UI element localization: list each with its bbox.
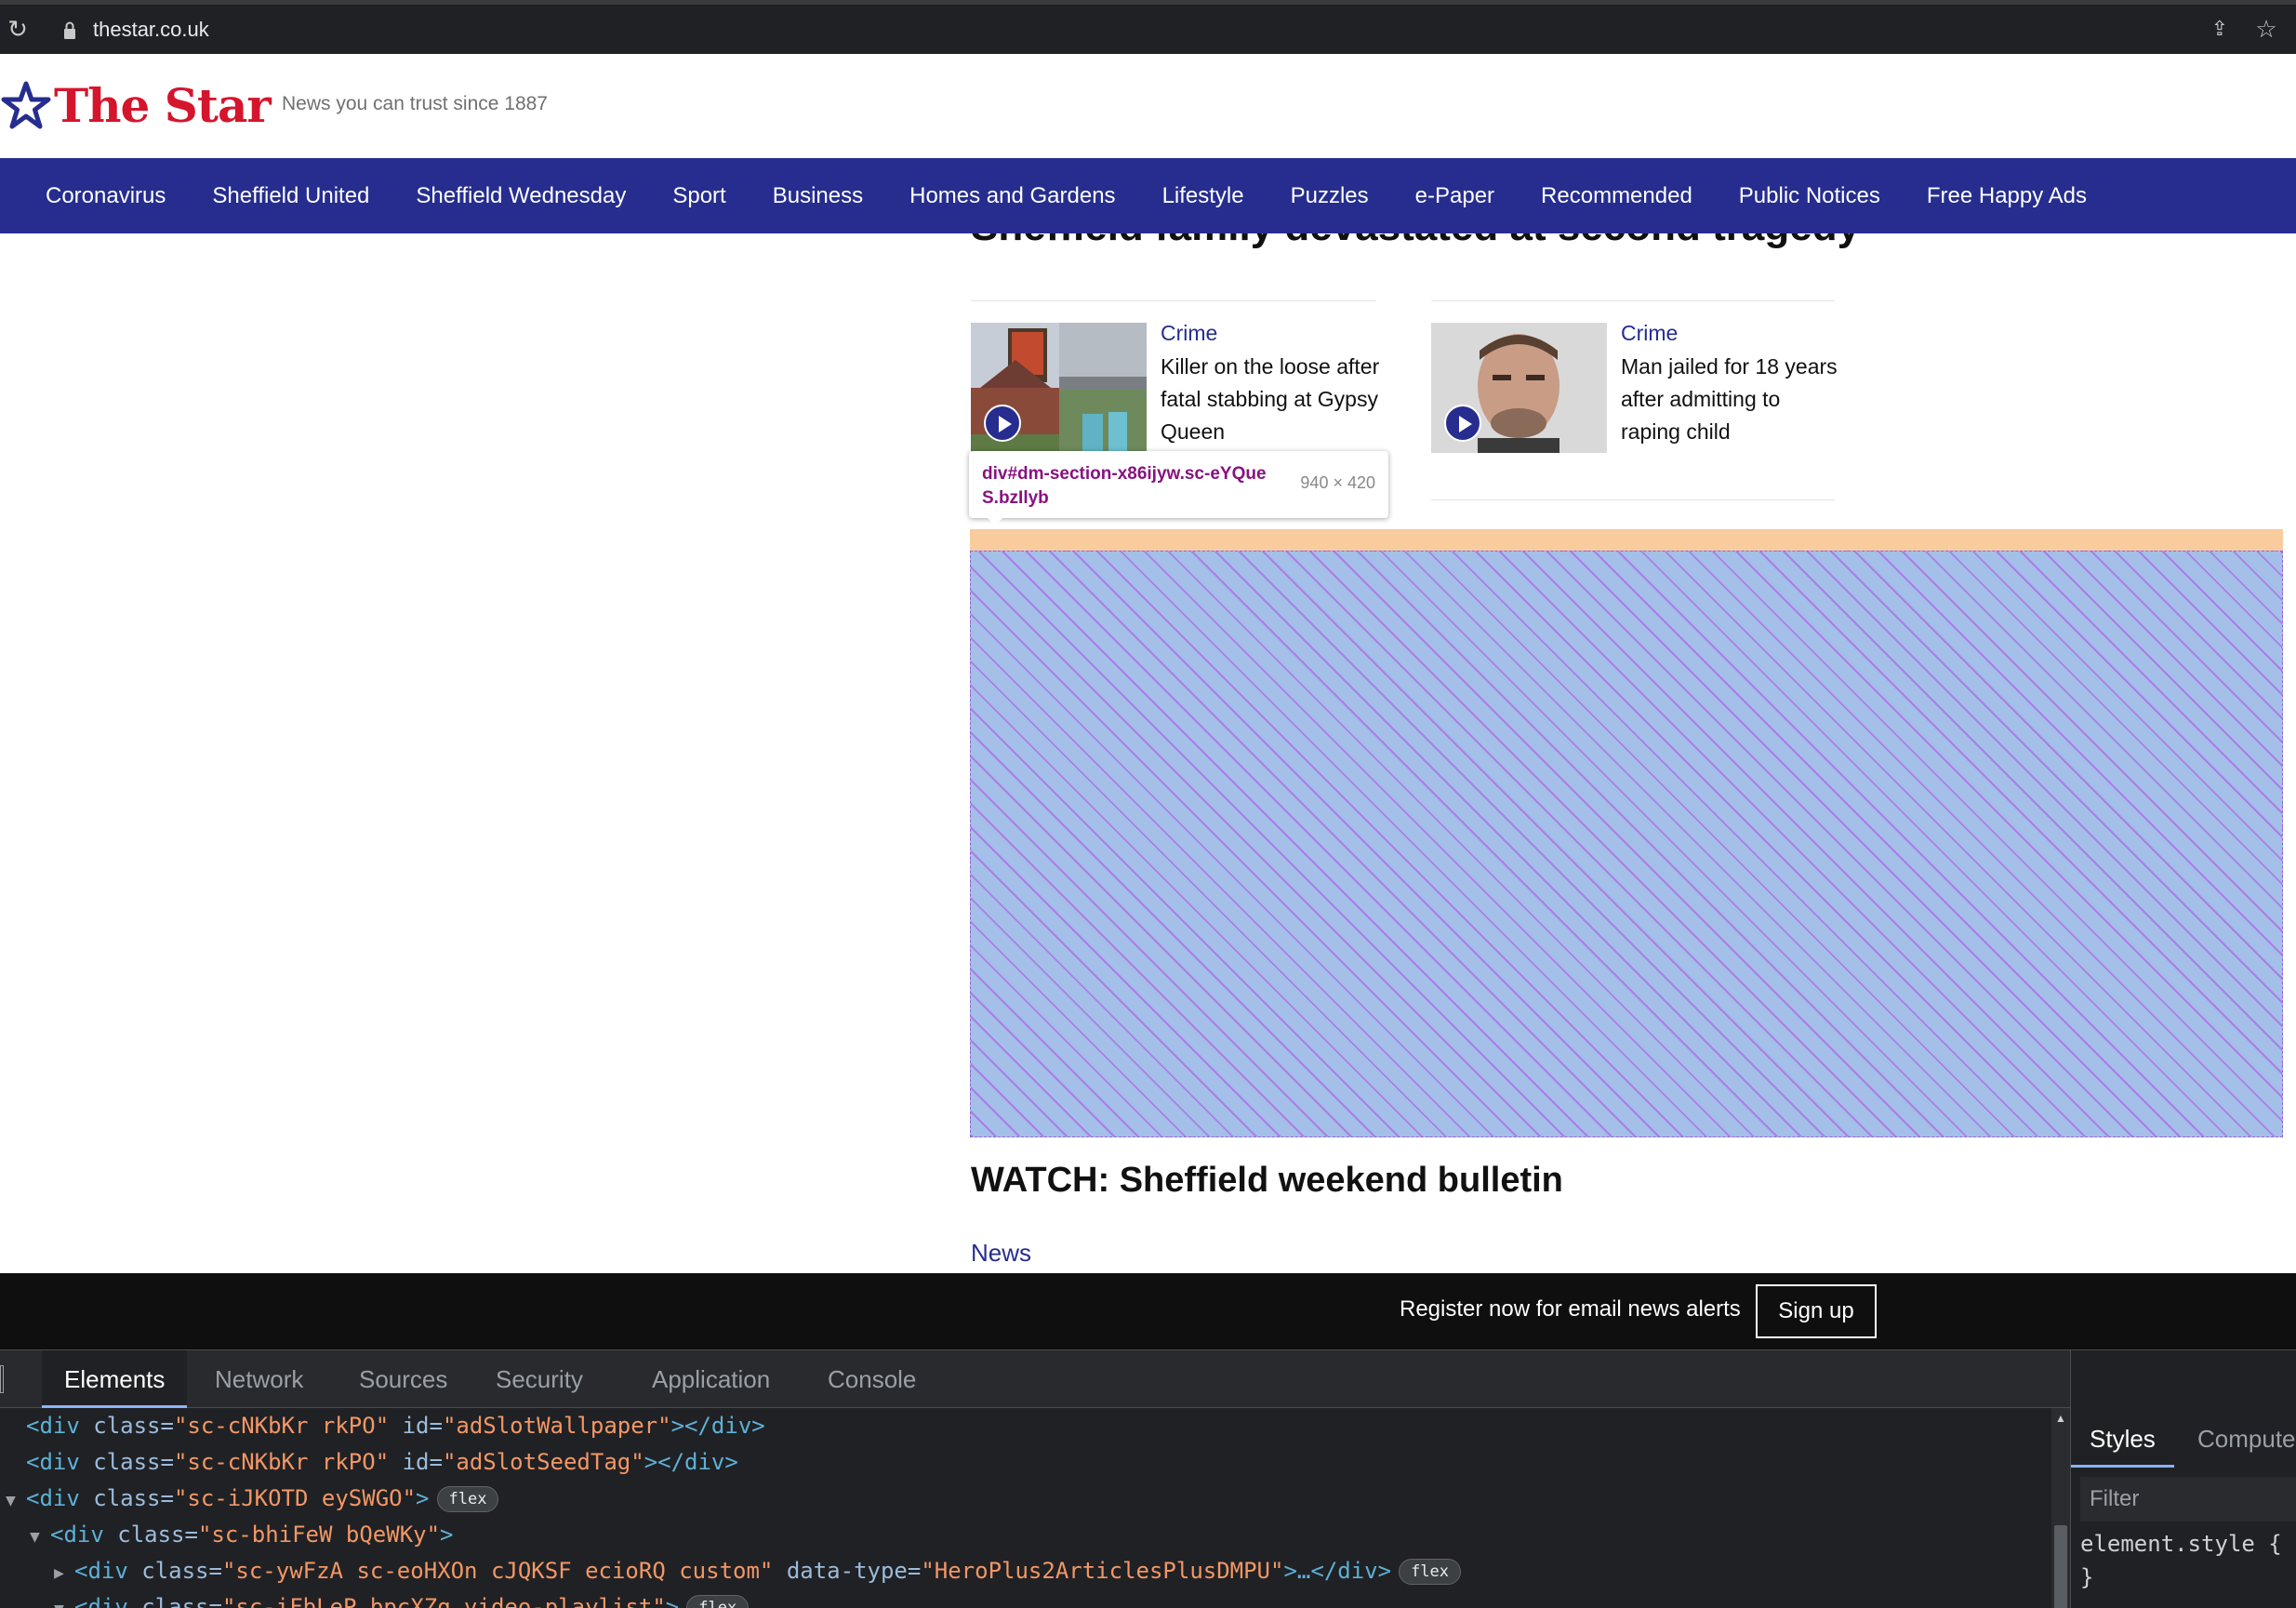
nav-item-homes-and-gardens[interactable]: Homes and Gardens: [886, 183, 1138, 209]
flex-badge[interactable]: flex: [1399, 1559, 1462, 1585]
tooltip-dimensions: 940 × 420: [1300, 473, 1375, 492]
inspector-margin-overlay: [970, 529, 2283, 551]
styles-pane: Styles Computed Filter element.style { }: [2070, 1350, 2296, 1608]
nav-item-lifestyle[interactable]: Lifestyle: [1139, 183, 1267, 209]
article-title[interactable]: Man jailed for 18 years after admitting …: [1621, 351, 1840, 448]
dom-tree: <div class="sc-cNKbKr rkPO" id="adSlotWa…: [0, 1408, 2055, 1608]
nav-item-puzzles[interactable]: Puzzles: [1267, 183, 1392, 209]
article-category[interactable]: Crime: [1621, 321, 1678, 346]
collapsed-triangle-icon[interactable]: ▶: [54, 1555, 74, 1591]
tooltip-selector: div#dm-section-x86ijyw.sc-eYQueS.bzIlyb: [982, 464, 1267, 508]
nav-item-free-happy-ads[interactable]: Free Happy Ads: [1904, 183, 2110, 209]
tab-computed[interactable]: Computed: [2179, 1410, 2296, 1468]
nav-item-business[interactable]: Business: [750, 183, 886, 209]
element-style-rule[interactable]: element.style {: [2080, 1531, 2282, 1557]
logo-star-icon: [1, 81, 51, 128]
dom-node[interactable]: ▶ <div class="sc-ywFzA sc-eoHXOn cJQKSF e…: [54, 1553, 1462, 1591]
play-video-icon[interactable]: [984, 405, 1021, 442]
tab-security[interactable]: Security: [473, 1350, 605, 1408]
site-tagline: News you can trust since 1887: [282, 93, 548, 114]
dom-node[interactable]: ▼ <div class="sc-iJKOTD eySWGO"> flex: [6, 1481, 499, 1519]
site-logo[interactable]: The Star: [0, 78, 272, 133]
inspector-tooltip: div#dm-section-x86ijyw.sc-eYQueS.bzIlyb …: [969, 451, 1388, 525]
flex-badge[interactable]: flex: [436, 1486, 499, 1512]
nav-item-sheffield-united[interactable]: Sheffield United: [189, 183, 392, 209]
tooltip-arrow: [988, 518, 1002, 525]
article-title[interactable]: Killer on the loose after fatal stabbing…: [1161, 351, 1380, 448]
address-bar-url[interactable]: thestar.co.uk: [93, 18, 209, 42]
nav-item-e-paper[interactable]: e-Paper: [1392, 183, 1518, 209]
expanded-triangle-icon[interactable]: ▼: [6, 1482, 26, 1519]
email-signup-bar: Register now for email news alerts Sign …: [0, 1273, 2296, 1349]
dom-node[interactable]: ▼<div class="sc-iFbLeP bpcXZq video-play…: [54, 1589, 750, 1608]
bookmark-star-icon[interactable]: ☆: [2252, 16, 2280, 44]
signup-prompt: Register now for email news alerts: [1400, 1296, 1741, 1322]
nav-item-sheffield-wednesday[interactable]: Sheffield Wednesday: [392, 183, 649, 209]
nav-item-coronavirus[interactable]: Coronavirus: [22, 183, 189, 209]
main-navigation: Coronavirus Sheffield United Sheffield W…: [0, 158, 2296, 233]
article-thumbnail[interactable]: [971, 323, 1147, 453]
browser-toolbar: ↻ thestar.co.uk ⇪ ☆: [0, 0, 2296, 54]
main-content: Sheffield family devastated at second tr…: [0, 233, 2296, 1273]
cut-off-headline[interactable]: Sheffield family devastated at second tr…: [971, 233, 1860, 250]
tab-styles[interactable]: Styles: [2071, 1410, 2174, 1468]
article-thumbnail[interactable]: [1431, 323, 1607, 453]
inspector-highlight-overlay: [970, 551, 2283, 1137]
article-category[interactable]: Crime: [1161, 321, 1217, 346]
article-card[interactable]: Crime Man jailed for 18 years after admi…: [1431, 321, 1840, 453]
devtools-panel: Elements Network Sources Security Applic…: [0, 1349, 2296, 1608]
play-video-icon[interactable]: [1444, 405, 1481, 442]
nav-item-recommended[interactable]: Recommended: [1518, 183, 1716, 209]
nav-item-sport[interactable]: Sport: [649, 183, 749, 209]
section-heading[interactable]: WATCH: Sheffield weekend bulletin: [971, 1161, 1563, 1201]
scroll-up-icon[interactable]: ▲: [2051, 1412, 2070, 1425]
dom-node[interactable]: <div class="sc-cNKbKr rkPO" id="adSlotWa…: [6, 1408, 765, 1444]
share-icon[interactable]: ⇪: [2208, 18, 2232, 42]
tab-elements[interactable]: Elements: [42, 1350, 188, 1408]
divider: [1431, 300, 1835, 301]
tab-application[interactable]: Application: [630, 1350, 792, 1408]
article-card[interactable]: Crime Killer on the loose after fatal st…: [971, 321, 1380, 453]
element-style-close: }: [2080, 1564, 2094, 1590]
reload-icon[interactable]: ↻: [6, 18, 30, 42]
devtools-tab-bar: Elements Network Sources Security Applic…: [0, 1350, 2296, 1408]
styles-filter-input[interactable]: Filter: [2080, 1477, 2296, 1522]
tab-network[interactable]: Network: [192, 1350, 325, 1408]
inspect-element-icon[interactable]: [0, 1365, 4, 1393]
scroll-thumb[interactable]: [2054, 1525, 2067, 1608]
flex-badge[interactable]: flex: [686, 1595, 750, 1608]
tab-console[interactable]: Console: [805, 1350, 938, 1408]
nav-item-public-notices[interactable]: Public Notices: [1716, 183, 1904, 209]
dom-node[interactable]: ▼ <div class="sc-bhiFeW bQeWKy">: [30, 1517, 454, 1553]
dom-scrollbar[interactable]: ▲: [2051, 1408, 2070, 1608]
expanded-triangle-icon[interactable]: ▼: [30, 1519, 50, 1555]
expanded-triangle-icon[interactable]: ▼: [54, 1591, 74, 1608]
section-category-label[interactable]: News: [971, 1239, 1031, 1268]
lock-icon: [64, 21, 75, 39]
logo-text: The Star: [54, 78, 272, 133]
sign-up-button[interactable]: Sign up: [1756, 1284, 1877, 1338]
divider: [971, 300, 1376, 301]
site-header: The Star News you can trust since 1887: [0, 54, 2296, 158]
divider: [1431, 499, 1835, 500]
tab-sources[interactable]: Sources: [337, 1350, 470, 1408]
dom-node[interactable]: <div class="sc-cNKbKr rkPO" id="adSlotSe…: [6, 1444, 738, 1481]
